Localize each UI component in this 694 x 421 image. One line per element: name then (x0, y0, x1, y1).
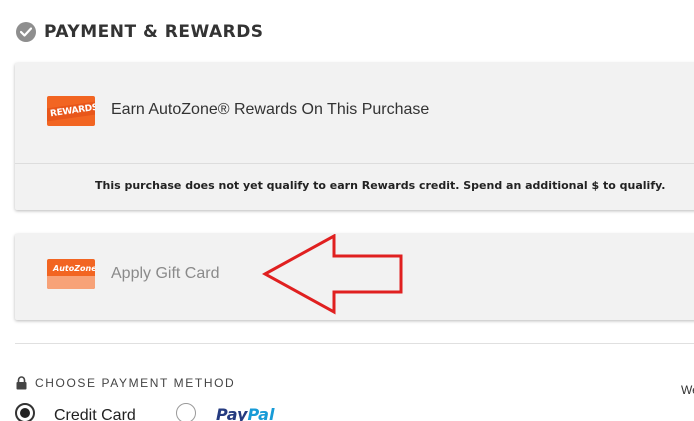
lock-icon (16, 376, 27, 390)
payment-method-header: CHOOSE PAYMENT METHOD (16, 376, 235, 390)
gift-card-logo-text: AutoZone (53, 264, 95, 273)
paypal-radio[interactable] (176, 403, 196, 421)
red-arrow-annotation-icon (262, 234, 403, 315)
section-title: PAYMENT & REWARDS (44, 22, 264, 42)
rewards-divider (15, 163, 694, 164)
section-header: PAYMENT & REWARDS (16, 20, 264, 44)
rewards-title: Earn AutoZone® Rewards On This Purchase (111, 101, 430, 118)
section-divider (15, 343, 694, 344)
rewards-card: REWARDS Earn AutoZone® Rewards On This P… (15, 63, 694, 210)
credit-card-label[interactable]: Credit Card (54, 407, 136, 421)
payment-method-label: CHOOSE PAYMENT METHOD (35, 376, 236, 390)
apply-gift-card-label: Apply Gift Card (111, 265, 220, 282)
paypal-logo-icon[interactable]: PayPal (216, 405, 274, 421)
gift-card-icon: AutoZone (47, 259, 95, 289)
autozone-rewards-logo-icon: REWARDS (47, 96, 95, 126)
rewards-note: This purchase does not yet qualify to ea… (95, 179, 666, 192)
truncated-text: We (681, 383, 694, 397)
credit-card-radio[interactable] (15, 403, 35, 421)
checkmark-icon (16, 22, 36, 42)
